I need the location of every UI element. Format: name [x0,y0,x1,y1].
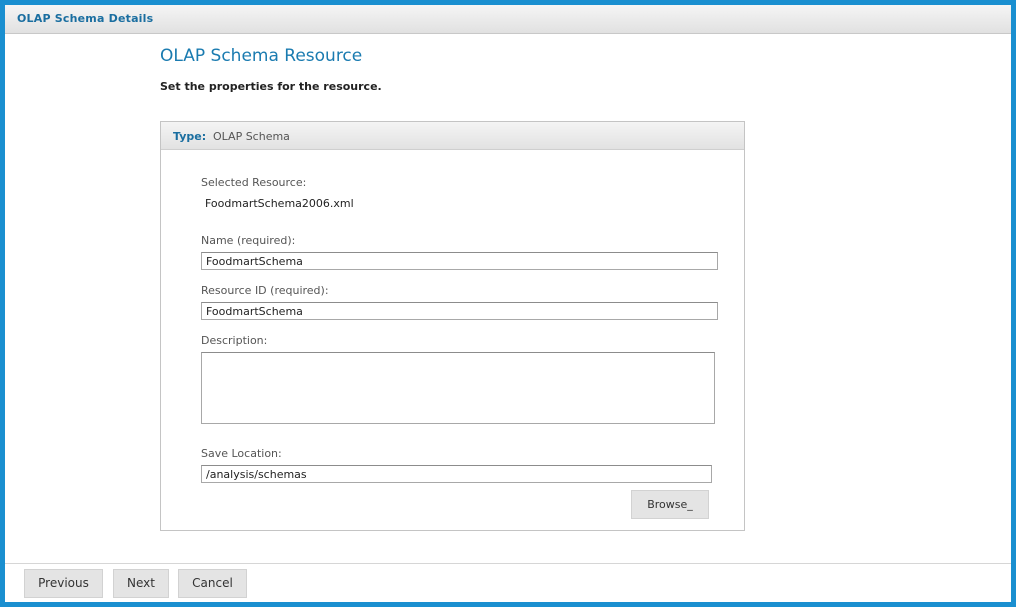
panel-header: Type: OLAP Schema [161,122,744,150]
save-location-label: Save Location: [201,447,282,460]
dialog-titlebar: OLAP Schema Details [5,5,1011,34]
type-value: OLAP Schema [213,130,290,143]
description-label: Description: [201,334,268,347]
page-instructions: Set the properties for the resource. [160,80,382,93]
resource-properties-panel: Type: OLAP Schema Selected Resource: Foo… [160,121,745,531]
dialog-frame: OLAP Schema Details OLAP Schema Resource… [0,0,1016,607]
browse-button[interactable]: Browse_ [631,490,709,519]
name-input[interactable] [201,252,718,270]
selected-resource-value: FoodmartSchema2006.xml [205,197,354,210]
resource-id-label: Resource ID (required): [201,284,329,297]
save-location-input[interactable] [201,465,712,483]
selected-resource-label: Selected Resource: [201,176,307,189]
next-button[interactable]: Next [113,569,169,598]
description-textarea[interactable] [201,352,715,424]
previous-button[interactable]: Previous [24,569,103,598]
wizard-footer: Previous Next Cancel [5,563,1011,602]
cancel-button[interactable]: Cancel [178,569,247,598]
page-title: OLAP Schema Resource [160,46,363,66]
name-label: Name (required): [201,234,296,247]
type-label: Type: [173,130,207,143]
resource-id-input[interactable] [201,302,718,320]
dialog-title: OLAP Schema Details [17,12,154,25]
